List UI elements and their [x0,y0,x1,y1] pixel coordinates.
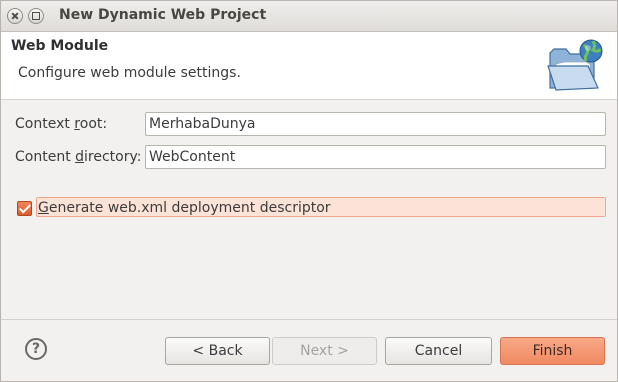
content-directory-label: Content directory: [15,149,141,165]
context-root-label-text: Context [15,116,75,132]
dialog-window: New Dynamic Web Project Web Module Confi… [0,0,618,382]
context-root-input[interactable] [145,112,606,136]
generate-descriptor-row[interactable]: Generate web.xml deployment descriptor [17,197,608,219]
context-root-label-rest: oot: [79,116,108,132]
generate-descriptor-checkbox[interactable] [17,201,32,216]
help-icon: ? [31,341,41,357]
maximize-icon [32,12,40,20]
context-root-label: Context root: [15,116,107,132]
help-button[interactable]: ? [25,338,47,360]
maximize-window-button[interactable] [28,8,44,24]
web-folder-globe-icon [547,39,603,91]
content-directory-label-text: Content [15,149,76,165]
content-directory-label-rest: irectory: [84,149,142,165]
cancel-button[interactable]: Cancel [385,337,492,365]
title-bar: New Dynamic Web Project [1,1,617,32]
close-icon [8,9,22,23]
content-directory-input[interactable] [145,145,606,169]
window-title: New Dynamic Web Project [59,7,267,23]
page-title: Web Module [11,38,109,54]
close-window-button[interactable] [7,8,23,24]
generate-descriptor-label-text: enerate web.xml deployment descriptor [48,200,331,216]
back-button[interactable]: < Back [165,337,270,365]
generate-descriptor-mnemonic: G [38,200,49,216]
next-button[interactable]: Next > [272,337,377,365]
page-description: Configure web module settings. [18,65,241,81]
wizard-banner: Web Module Configure web module settings… [1,32,617,100]
generate-descriptor-label[interactable]: Generate web.xml deployment descriptor [36,197,606,217]
finish-button[interactable]: Finish [500,337,605,365]
button-bar-separator [1,319,617,320]
content-directory-label-mnemonic: d [75,149,85,165]
